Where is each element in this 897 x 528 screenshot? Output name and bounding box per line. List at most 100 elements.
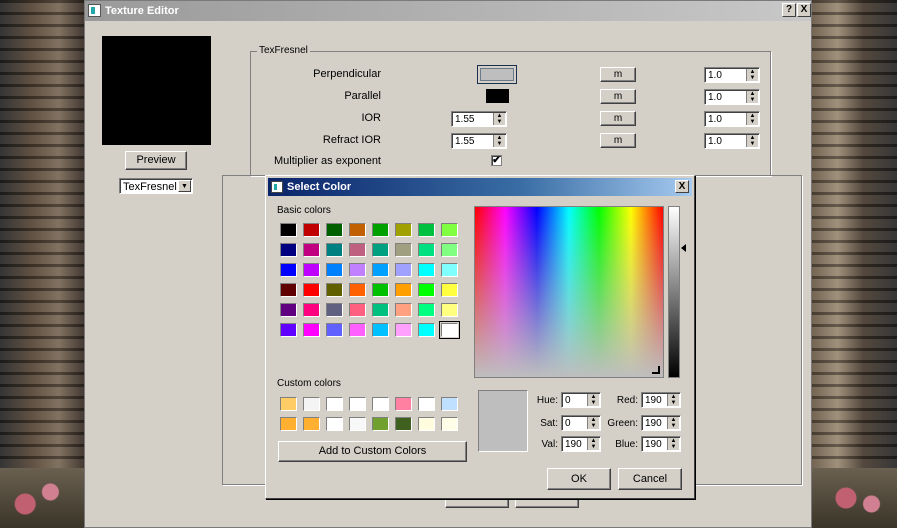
editor-bottom-button-2[interactable] [515, 498, 579, 508]
spin-arrows-icon[interactable]: ▲ ▼ [587, 438, 599, 450]
color-cell[interactable] [441, 417, 458, 431]
blue-spinner[interactable]: 190 ▲ ▼ [641, 436, 681, 452]
color-cell[interactable] [349, 323, 366, 337]
color-cell[interactable] [372, 223, 389, 237]
color-cell[interactable] [372, 303, 389, 317]
color-cell[interactable] [395, 397, 412, 411]
color-cell[interactable] [349, 243, 366, 257]
spin-arrows-icon[interactable]: ▲ ▼ [493, 113, 505, 125]
val-spinner[interactable]: 190 ▲ ▼ [561, 436, 601, 452]
color-cell[interactable] [441, 397, 458, 411]
color-cell[interactable] [395, 243, 412, 257]
color-cell[interactable] [280, 223, 297, 237]
cancel-button[interactable]: Cancel [618, 468, 682, 490]
spin-arrows-icon[interactable]: ▲ ▼ [746, 135, 758, 147]
color-cell[interactable] [303, 243, 320, 257]
luminance-pointer-icon[interactable] [681, 244, 686, 252]
luminance-slider[interactable] [668, 206, 680, 378]
color-cell[interactable] [326, 303, 343, 317]
color-cell[interactable] [303, 223, 320, 237]
color-cell[interactable] [349, 223, 366, 237]
hue-spinner[interactable]: 0 ▲ ▼ [561, 392, 601, 408]
color-cell[interactable] [418, 323, 435, 337]
color-cell[interactable] [441, 263, 458, 277]
ior-spinner[interactable]: 1.55 ▲ ▼ [451, 111, 507, 127]
spin-arrows-icon[interactable]: ▲ ▼ [746, 91, 758, 103]
chevron-down-icon[interactable]: ▼ [178, 180, 191, 192]
color-cell[interactable] [395, 223, 412, 237]
color-cell[interactable] [326, 243, 343, 257]
color-cell[interactable] [303, 417, 320, 431]
color-cell[interactable] [372, 323, 389, 337]
color-cell[interactable] [303, 397, 320, 411]
refract-ior-spinner[interactable]: 1.55 ▲ ▼ [451, 133, 507, 149]
color-cell[interactable] [349, 283, 366, 297]
color-cell[interactable] [303, 323, 320, 337]
spin-arrows-icon[interactable]: ▲ ▼ [667, 438, 679, 450]
color-cell[interactable] [372, 243, 389, 257]
parallel-multiplier-spinner[interactable]: 1.0 ▲ ▼ [704, 89, 760, 105]
color-cell[interactable] [418, 417, 435, 431]
refract-ior-map-button[interactable]: m [600, 133, 636, 148]
perpendicular-map-button[interactable]: m [600, 67, 636, 82]
color-cell[interactable] [280, 303, 297, 317]
spin-arrows-icon[interactable]: ▲ ▼ [493, 135, 505, 147]
color-cell[interactable] [326, 397, 343, 411]
color-cell[interactable] [280, 263, 297, 277]
color-cell[interactable] [395, 303, 412, 317]
color-cell[interactable] [418, 223, 435, 237]
help-button[interactable]: ? [782, 3, 796, 17]
red-spinner[interactable]: 190 ▲ ▼ [641, 392, 681, 408]
spin-arrows-icon[interactable]: ▲ ▼ [667, 394, 679, 406]
spin-arrows-icon[interactable]: ▲ ▼ [667, 417, 679, 429]
color-cell[interactable] [326, 323, 343, 337]
color-cell[interactable] [372, 417, 389, 431]
ok-button[interactable]: OK [547, 468, 611, 490]
spin-arrows-icon[interactable]: ▲ ▼ [587, 394, 599, 406]
parallel-color-swatch[interactable] [486, 89, 509, 103]
color-cell[interactable] [372, 283, 389, 297]
color-spectrum[interactable] [474, 206, 664, 378]
editor-bottom-button-1[interactable] [445, 498, 509, 508]
color-cell[interactable] [441, 283, 458, 297]
color-cell[interactable] [280, 323, 297, 337]
color-cell[interactable] [395, 283, 412, 297]
color-cell[interactable] [439, 321, 460, 339]
spin-arrows-icon[interactable]: ▲ ▼ [746, 69, 758, 81]
color-cell[interactable] [326, 263, 343, 277]
spin-arrows-icon[interactable]: ▲ ▼ [746, 113, 758, 125]
color-cell[interactable] [280, 243, 297, 257]
perpendicular-multiplier-spinner[interactable]: 1.0 ▲ ▼ [704, 67, 760, 83]
color-cell[interactable] [418, 397, 435, 411]
editor-close-button[interactable]: X [797, 3, 811, 17]
color-cell[interactable] [441, 243, 458, 257]
texture-type-select[interactable]: TexFresnel ▼ [119, 178, 193, 194]
spin-arrows-icon[interactable]: ▲ ▼ [587, 417, 599, 429]
preview-button[interactable]: Preview [125, 151, 187, 170]
color-cell[interactable] [395, 417, 412, 431]
color-cell[interactable] [280, 283, 297, 297]
dialog-titlebar[interactable]: Select Color X [268, 178, 692, 196]
color-cell[interactable] [349, 417, 366, 431]
color-cell[interactable] [303, 303, 320, 317]
color-cell[interactable] [280, 397, 297, 411]
color-cell[interactable] [349, 303, 366, 317]
color-cell[interactable] [418, 283, 435, 297]
color-cell[interactable] [395, 263, 412, 277]
color-cell[interactable] [372, 397, 389, 411]
ior-map-button[interactable]: m [600, 111, 636, 126]
color-cell[interactable] [303, 263, 320, 277]
green-spinner[interactable]: 190 ▲ ▼ [641, 415, 681, 431]
color-cell[interactable] [303, 283, 320, 297]
color-cell[interactable] [349, 263, 366, 277]
color-cell[interactable] [326, 283, 343, 297]
color-cell[interactable] [372, 263, 389, 277]
color-cell[interactable] [418, 243, 435, 257]
sat-spinner[interactable]: 0 ▲ ▼ [561, 415, 601, 431]
ior-multiplier-spinner[interactable]: 1.0 ▲ ▼ [704, 111, 760, 127]
dialog-close-button[interactable]: X [675, 180, 689, 193]
color-cell[interactable] [326, 417, 343, 431]
add-custom-colors-button[interactable]: Add to Custom Colors [278, 441, 467, 462]
parallel-map-button[interactable]: m [600, 89, 636, 104]
refract-ior-multiplier-spinner[interactable]: 1.0 ▲ ▼ [704, 133, 760, 149]
